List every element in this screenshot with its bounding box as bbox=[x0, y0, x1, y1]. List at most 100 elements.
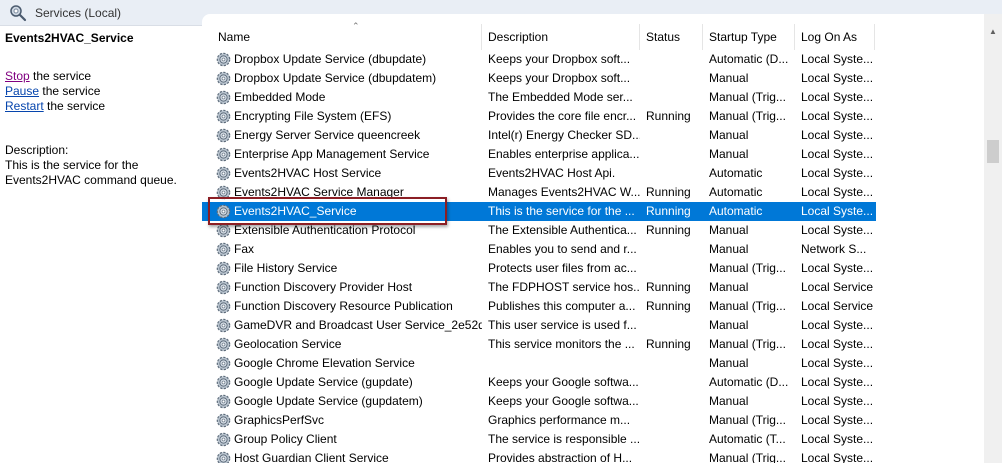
services-list: ⌃ Name Description Status Startup Type L… bbox=[202, 14, 1002, 463]
service-log-on-as: Local Service bbox=[801, 280, 874, 294]
service-log-on-as: Local Syste... bbox=[801, 204, 874, 218]
service-startup-type: Manual (Trig... bbox=[709, 413, 786, 427]
service-log-on-as: Local Syste... bbox=[801, 90, 874, 104]
service-startup-type: Manual (Trig... bbox=[709, 451, 786, 463]
service-row[interactable]: Google Update Service (gupdatem) Keeps yo… bbox=[202, 392, 984, 411]
service-startup-type: Manual bbox=[709, 71, 749, 85]
service-status bbox=[646, 449, 704, 463]
service-name: GameDVR and Broadcast User Service_2e52d… bbox=[234, 318, 482, 332]
service-row[interactable]: Events2HVAC Service Manager Manages Event… bbox=[202, 183, 984, 202]
service-row[interactable]: Enterprise App Management Service Enables… bbox=[202, 145, 984, 164]
service-row[interactable]: Energy Server Service queencreek Intel(r)… bbox=[202, 126, 984, 145]
vertical-scrollbar[interactable]: ▲ bbox=[984, 14, 1002, 463]
service-row[interactable]: Dropbox Update Service (dbupdatem) Keeps … bbox=[202, 69, 984, 88]
column-header-log-on-as[interactable]: Log On As bbox=[795, 24, 875, 50]
service-name: Events2HVAC Host Service bbox=[234, 166, 382, 180]
service-startup-type: Manual (Trig... bbox=[709, 337, 786, 351]
selected-service-title: Events2HVAC_Service bbox=[5, 31, 134, 45]
service-log-on-as: Local Syste... bbox=[801, 147, 874, 161]
service-description: The Extensible Authentica... bbox=[488, 223, 637, 237]
service-gear-icon bbox=[216, 71, 231, 86]
service-status bbox=[646, 126, 704, 145]
service-log-on-as: Local Syste... bbox=[801, 166, 874, 180]
description-label: Description: bbox=[5, 143, 69, 157]
service-row[interactable]: Host Guardian Client Service Provides abs… bbox=[202, 449, 984, 463]
service-gear-icon bbox=[216, 451, 231, 463]
service-log-on-as: Local Syste... bbox=[801, 413, 874, 427]
service-status: Running bbox=[646, 204, 691, 218]
service-row[interactable]: Events2HVAC_Service This is the service f… bbox=[202, 202, 876, 221]
service-row[interactable]: Dropbox Update Service (dbupdate) Keeps y… bbox=[202, 50, 984, 69]
service-gear-icon bbox=[216, 166, 231, 181]
service-gear-icon bbox=[216, 394, 231, 409]
service-startup-type: Manual bbox=[709, 318, 749, 332]
service-row[interactable]: Encrypting File System (EFS) Provides the… bbox=[202, 107, 984, 126]
column-header-description[interactable]: Description bbox=[482, 24, 640, 50]
column-header-name-label: Name bbox=[218, 30, 251, 44]
service-startup-type: Manual bbox=[709, 242, 749, 256]
service-description: Keeps your Dropbox soft... bbox=[488, 71, 631, 85]
pause-service-link[interactable]: Pause bbox=[5, 84, 39, 98]
extended-view-pane: Events2HVAC_Service Stop the service Pau… bbox=[0, 26, 202, 463]
service-description: Manages Events2HVAC W... bbox=[488, 185, 640, 199]
column-header-log-on-as-label: Log On As bbox=[801, 30, 858, 44]
column-header-status[interactable]: Status bbox=[640, 24, 703, 50]
service-log-on-as: Local Syste... bbox=[801, 223, 874, 237]
service-startup-type: Manual (Trig... bbox=[709, 109, 786, 123]
service-startup-type: Automatic bbox=[709, 166, 763, 180]
service-description: Events2HVAC Host Api. bbox=[488, 166, 616, 180]
service-row[interactable]: Group Policy Client The service is respon… bbox=[202, 430, 984, 449]
service-log-on-as: Local Syste... bbox=[801, 337, 874, 351]
service-description bbox=[488, 354, 640, 373]
service-status: Running bbox=[646, 299, 691, 313]
service-description: Provides the core file encr... bbox=[488, 109, 637, 123]
service-row[interactable]: Embedded Mode The Embedded Mode ser... Man… bbox=[202, 88, 984, 107]
service-name: Enterprise App Management Service bbox=[234, 147, 430, 161]
service-startup-type: Automatic bbox=[709, 204, 763, 218]
column-header-startup-type-label: Startup Type bbox=[709, 30, 777, 44]
service-row[interactable]: Function Discovery Resource Publication P… bbox=[202, 297, 984, 316]
service-name: Group Policy Client bbox=[234, 432, 337, 446]
restart-service-link[interactable]: Restart bbox=[5, 99, 44, 113]
service-name: Google Update Service (gupdatem) bbox=[234, 394, 423, 408]
service-description: The FDPHOST service hos... bbox=[488, 280, 640, 294]
service-status: Running bbox=[646, 185, 691, 199]
description-text: This is the service for the Events2HVAC … bbox=[5, 158, 177, 187]
service-row[interactable]: Function Discovery Provider Host The FDPH… bbox=[202, 278, 984, 297]
service-log-on-as: Local Syste... bbox=[801, 52, 874, 66]
service-status bbox=[646, 392, 704, 411]
column-headers: ⌃ Name Description Status Startup Type L… bbox=[202, 21, 984, 50]
service-row[interactable]: Events2HVAC Host Service Events2HVAC Host… bbox=[202, 164, 984, 183]
service-status bbox=[646, 373, 704, 392]
service-row[interactable]: GameDVR and Broadcast User Service_2e52d… bbox=[202, 316, 984, 335]
service-name: GraphicsPerfSvc bbox=[234, 413, 325, 427]
service-startup-type: Manual (Trig... bbox=[709, 90, 786, 104]
service-row[interactable]: GraphicsPerfSvc Graphics performance m...… bbox=[202, 411, 984, 430]
service-description: Keeps your Dropbox soft... bbox=[488, 52, 631, 66]
stop-service-link[interactable]: Stop bbox=[5, 69, 30, 83]
service-row[interactable]: Geolocation Service This service monitors… bbox=[202, 335, 984, 354]
service-gear-icon bbox=[216, 413, 231, 428]
service-log-on-as: Local Syste... bbox=[801, 375, 874, 389]
scrollbar-thumb[interactable] bbox=[987, 140, 999, 163]
service-startup-type: Manual bbox=[709, 147, 749, 161]
service-description: Enables you to send and r... bbox=[488, 242, 637, 256]
service-row[interactable]: Google Update Service (gupdate) Keeps you… bbox=[202, 373, 984, 392]
scroll-up-arrow-icon[interactable]: ▲ bbox=[984, 24, 1002, 40]
service-row[interactable]: File History Service Protects user files … bbox=[202, 259, 984, 278]
service-name: Geolocation Service bbox=[234, 337, 342, 351]
column-header-name[interactable]: ⌃ Name bbox=[212, 21, 482, 50]
service-startup-type: Manual bbox=[709, 356, 749, 370]
service-row[interactable]: Fax Enables you to send and r... Manual Net… bbox=[202, 240, 984, 259]
service-gear-icon bbox=[216, 356, 231, 371]
column-header-startup-type[interactable]: Startup Type bbox=[703, 24, 795, 50]
service-description: The Embedded Mode ser... bbox=[488, 90, 633, 104]
service-gear-icon bbox=[216, 90, 231, 105]
service-status: Running bbox=[646, 337, 691, 351]
service-row[interactable]: Google Chrome Elevation Service Manual Loc… bbox=[202, 354, 984, 373]
service-status bbox=[646, 259, 704, 278]
service-row[interactable]: Extensible Authentication Protocol The Ex… bbox=[202, 221, 984, 240]
service-log-on-as: Local Syste... bbox=[801, 451, 874, 463]
service-gear-icon bbox=[216, 128, 231, 143]
service-log-on-as: Local Syste... bbox=[801, 394, 874, 408]
